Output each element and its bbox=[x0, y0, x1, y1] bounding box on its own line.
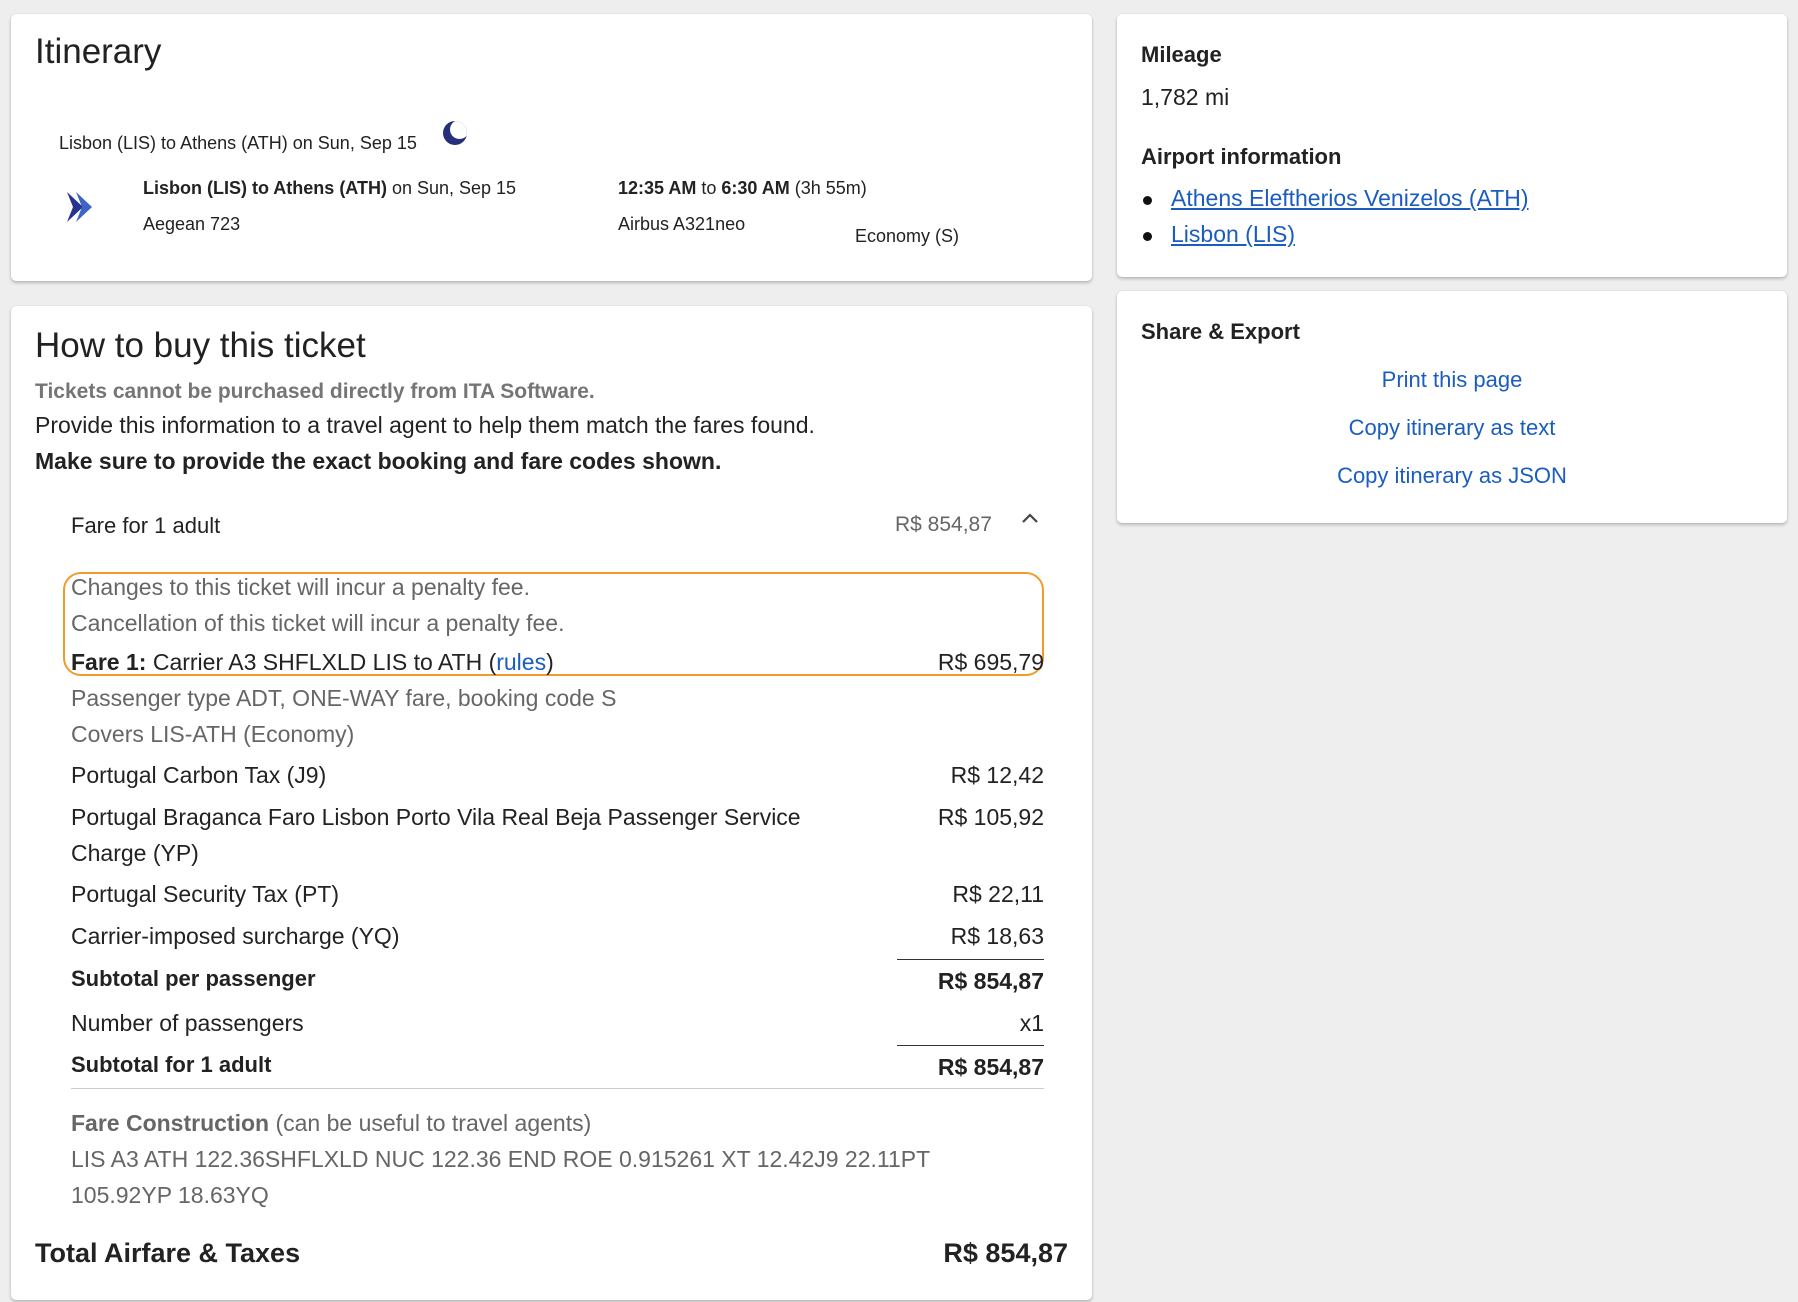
fare-1-label: Fare 1: bbox=[71, 649, 147, 675]
route-header: Lisbon (LIS) to Athens (ATH) on Sun, Sep… bbox=[59, 133, 417, 153]
purchase-notice: Tickets cannot be purchased directly fro… bbox=[35, 380, 595, 403]
chevron-up-icon[interactable] bbox=[1020, 510, 1040, 526]
how-to-buy-title: How to buy this ticket bbox=[35, 326, 366, 365]
tax-label-yq: Carrier-imposed surcharge (YQ) bbox=[71, 923, 400, 949]
provide-info-text: Provide this information to a travel age… bbox=[35, 412, 815, 438]
fare-construction-header: Fare Construction (can be useful to trav… bbox=[71, 1110, 591, 1137]
total-divider bbox=[897, 1045, 1044, 1046]
segment-times: 12:35 AM to 6:30 AM (3h 55m) bbox=[618, 178, 867, 199]
subtotal-divider bbox=[897, 959, 1044, 960]
segment-route: Lisbon (LIS) to Athens (ATH) on Sun, Sep… bbox=[143, 178, 516, 199]
num-passengers-value: x1 bbox=[1019, 1010, 1044, 1036]
exact-codes-text: Make sure to provide the exact booking a… bbox=[35, 448, 722, 474]
depart-time: 12:35 AM bbox=[618, 178, 697, 198]
covers-route: Covers LIS-ATH (Economy) bbox=[71, 721, 355, 747]
fare-construction-line2: 105.92YP 18.63YQ bbox=[71, 1182, 269, 1208]
airport-link-lis[interactable]: Lisbon (LIS) bbox=[1171, 221, 1295, 248]
tax-label-yp-cont: Charge (YP) bbox=[71, 840, 199, 866]
copy-text-link[interactable]: Copy itinerary as text bbox=[1117, 415, 1787, 441]
fare-for-label: Fare for 1 adult bbox=[71, 513, 221, 538]
fare-1-close: ) bbox=[546, 649, 554, 675]
fare-1-line: Fare 1: Carrier A3 SHFLXLD LIS to ATH (r… bbox=[71, 649, 554, 676]
tax-amount-pt: R$ 22,11 bbox=[952, 881, 1044, 907]
bullet-ath bbox=[1143, 196, 1152, 205]
tax-label-j9: Portugal Carbon Tax (J9) bbox=[71, 762, 327, 788]
flight-number: Aegean 723 bbox=[143, 214, 241, 234]
tax-label-yp: Portugal Braganca Faro Lisbon Porto Vila… bbox=[71, 804, 801, 830]
duration: (3h 55m) bbox=[789, 178, 867, 198]
fare-1-text: Carrier A3 SHFLXLD LIS to ATH ( bbox=[146, 649, 497, 675]
fare-construction-note: (can be useful to travel agents) bbox=[269, 1110, 592, 1136]
passenger-type: Passenger type ADT, ONE-WAY fare, bookin… bbox=[71, 685, 617, 711]
cabin-class: Economy (S) bbox=[855, 226, 960, 246]
tax-amount-j9: R$ 12,42 bbox=[950, 762, 1044, 788]
change-penalty: Changes to this ticket will incur a pena… bbox=[71, 574, 530, 600]
share-export-title: Share & Export bbox=[1141, 319, 1300, 344]
airport-info-title: Airport information bbox=[1141, 144, 1342, 169]
subtotal-adult-label: Subtotal for 1 adult bbox=[71, 1052, 272, 1077]
segment-route-date: on Sun, Sep 15 bbox=[386, 178, 517, 198]
how-to-buy-card: How to buy this ticket Tickets cannot be… bbox=[11, 306, 1092, 1300]
fare-for-amount: R$ 854,87 bbox=[895, 513, 992, 536]
itinerary-card: Itinerary Lisbon (LIS) to Athens (ATH) o… bbox=[11, 14, 1092, 281]
tax-label-pt: Portugal Security Tax (PT) bbox=[71, 881, 340, 907]
moon-icon bbox=[443, 121, 467, 145]
subtotal-adult-amount: R$ 854,87 bbox=[937, 1054, 1044, 1080]
mileage-value: 1,782 mi bbox=[1141, 84, 1230, 110]
fare-rules-link[interactable]: rules bbox=[496, 649, 546, 675]
to-word: to bbox=[696, 178, 722, 198]
segment-route-bold: Lisbon (LIS) to Athens (ATH) bbox=[143, 178, 387, 198]
aircraft: Airbus A321neo bbox=[618, 214, 746, 234]
total-airfare-amount: R$ 854,87 bbox=[943, 1238, 1068, 1268]
tax-amount-yq: R$ 18,63 bbox=[950, 923, 1044, 949]
subtotal-pp-amount: R$ 854,87 bbox=[937, 968, 1044, 994]
fare-construction-divider bbox=[71, 1088, 1044, 1089]
copy-json-link[interactable]: Copy itinerary as JSON bbox=[1117, 463, 1787, 489]
fare-construction-label: Fare Construction bbox=[71, 1110, 270, 1136]
share-export-card: Share & Export Print this page Copy itin… bbox=[1117, 291, 1787, 523]
cancel-penalty: Cancellation of this ticket will incur a… bbox=[71, 610, 565, 636]
total-airfare-label: Total Airfare & Taxes bbox=[35, 1238, 301, 1268]
aegean-logo-icon bbox=[67, 192, 92, 222]
arrive-time: 6:30 AM bbox=[721, 178, 790, 198]
tax-amount-yp: R$ 105,92 bbox=[937, 804, 1044, 830]
print-page-link[interactable]: Print this page bbox=[1117, 367, 1787, 393]
mileage-title: Mileage bbox=[1141, 42, 1222, 67]
itinerary-title: Itinerary bbox=[35, 32, 162, 71]
subtotal-pp-label: Subtotal per passenger bbox=[71, 966, 316, 991]
fare-construction-line1: LIS A3 ATH 122.36SHFLXLD NUC 122.36 END … bbox=[71, 1146, 931, 1172]
num-passengers-label: Number of passengers bbox=[71, 1010, 304, 1036]
fare-1-amount: R$ 695,79 bbox=[937, 649, 1044, 675]
bullet-lis bbox=[1143, 232, 1152, 241]
mileage-airport-card: Mileage 1,782 mi Airport information Ath… bbox=[1117, 14, 1787, 277]
airport-link-ath[interactable]: Athens Eleftherios Venizelos (ATH) bbox=[1171, 185, 1529, 212]
